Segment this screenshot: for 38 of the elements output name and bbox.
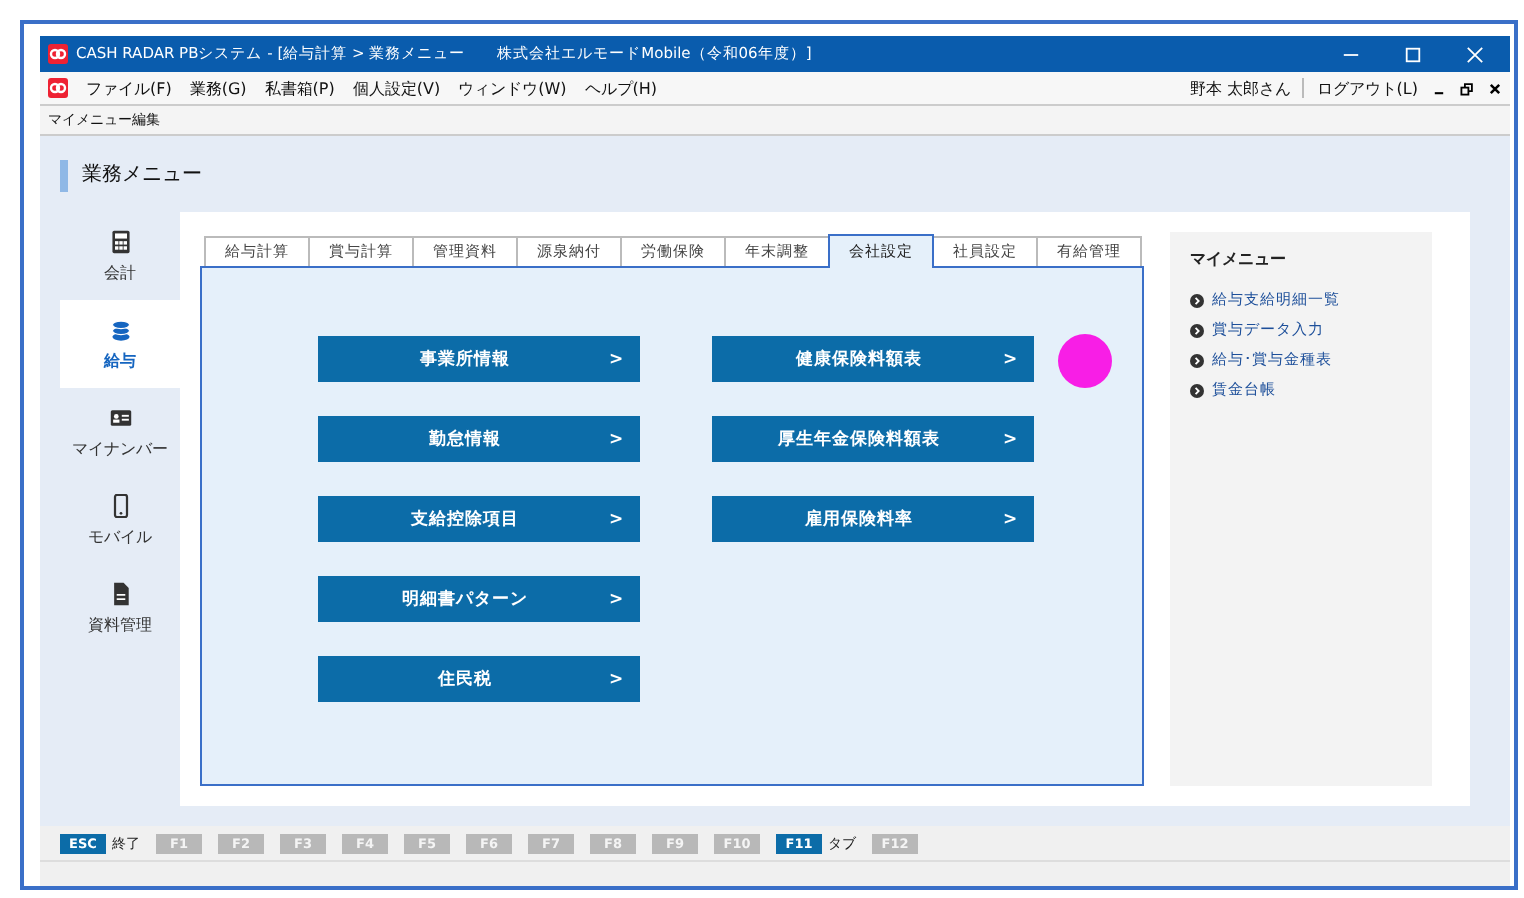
menu-button[interactable]: 勤怠情報 > [318,416,640,462]
document-icon [109,581,131,605]
app-logo-icon [48,44,68,64]
menu-item[interactable]: 私書箱(P) [264,77,335,99]
arrow-bullet-icon [1190,323,1204,337]
menu-item[interactable]: 業務(G) [189,77,247,99]
sidebar-item[interactable]: モバイル [60,476,180,564]
coins-icon [109,317,131,341]
menu-button[interactable]: 支給控除項目 > [318,496,640,542]
calculator-icon [109,229,131,253]
menu-button[interactable]: 厚生年金保険料額表 > [712,416,1034,462]
app-logo-icon [48,78,68,98]
sidebar-item[interactable]: 給与 [60,300,180,388]
user-name: 野本 太郎さん [1189,77,1291,99]
menu-button[interactable]: 健康保険料額表 > [712,336,1034,382]
arrow-bullet-icon [1190,293,1204,307]
menu-item[interactable]: ウィンドウ(W) [458,77,567,99]
menu-item[interactable]: ヘルプ(H) [584,77,658,99]
logout-link[interactable]: ログアウト(L) [1316,77,1418,99]
sidebar-item[interactable]: 資料管理 [60,564,180,652]
close-icon[interactable] [1488,81,1502,95]
id-card-icon [109,405,131,429]
maximize-icon[interactable] [1404,45,1422,63]
arrow-bullet-icon [1190,383,1204,397]
cursor-highlight [1058,334,1112,388]
menu-button[interactable]: 事業所情報 > [318,336,640,382]
sidebar-item[interactable]: マイナンバー [60,388,180,476]
sidebar-item[interactable]: 会計 [60,212,180,300]
page-heading: 業務メニュー [60,160,202,192]
menu-item[interactable]: 個人設定(V) [352,77,441,99]
menu-button[interactable]: 明細書パターン > [318,576,640,622]
my-menu-title: マイメニュー [1190,248,1288,270]
restore-icon[interactable] [1460,81,1474,95]
phone-icon [109,493,131,517]
arrow-bullet-icon [1190,353,1204,367]
menu-button[interactable]: 雇用保険料率 > [712,496,1034,542]
menu-button[interactable]: 住民税 > [318,656,640,702]
menu-item[interactable]: ファイル(F) [86,77,172,99]
